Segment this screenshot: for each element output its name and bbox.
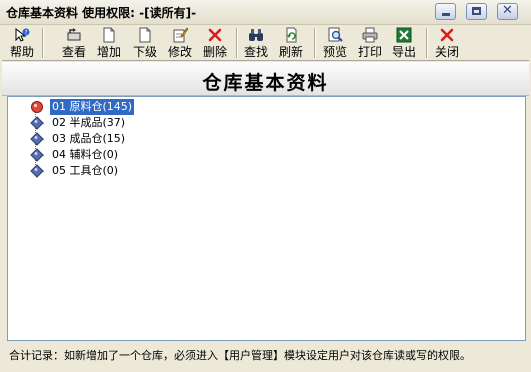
status-bar: 合计记录：如新增加了一个仓库，必须进入【用户管理】模块设定用户对该仓库读或写的权… (7, 344, 526, 366)
node-icon (30, 148, 44, 162)
tree-item-label: 05 工具仓(0) (52, 164, 119, 177)
help-icon: ? (15, 27, 30, 42)
add-label: 增加 (96, 45, 121, 59)
tree-item-warehouse-02[interactable]: 02 半成品(37) (26, 115, 186, 131)
toolbar-separator (426, 28, 428, 58)
warehouse-tree[interactable]: 01 原料仓(145) 02 半成品(37) 03 成品仓(15) 04 辅料仓… (7, 96, 526, 341)
printer-icon (362, 27, 378, 43)
preview-label: 预览 (322, 45, 347, 59)
close-icon (440, 28, 454, 42)
tree-item-warehouse-04[interactable]: 04 辅料仓(0) (26, 147, 186, 163)
excel-export-icon (396, 27, 412, 43)
view-label: 查看 (61, 45, 86, 59)
help-label: 帮助 (9, 45, 34, 59)
tree-item-label: 03 成品仓(15) (52, 132, 126, 145)
toolbar-separator (236, 28, 238, 58)
help-button[interactable]: ? 帮助 (5, 26, 39, 59)
tree-item-warehouse-03[interactable]: 03 成品仓(15) (26, 131, 186, 147)
window-title: 仓库基本资料 使用权限: -[读所有]- (6, 6, 197, 20)
export-button[interactable]: 导出 (387, 26, 421, 59)
tree-item-label: 02 半成品(37) (52, 116, 126, 129)
toolbar-separator (42, 28, 44, 58)
window-close-icon: ✕ (502, 3, 513, 18)
view-icon (67, 28, 81, 41)
page-title: 仓库基本资料 (202, 72, 329, 94)
view-button[interactable]: 查看 (57, 26, 91, 59)
edit-button[interactable]: 修改 (163, 26, 197, 59)
binoculars-icon (249, 29, 263, 41)
add-button[interactable]: 增加 (92, 26, 126, 59)
tree-item-label: 01 原料仓(145) (50, 99, 135, 115)
sublevel-button[interactable]: 下级 (128, 26, 162, 59)
delete-button[interactable]: 删除 (198, 26, 232, 59)
refresh-label: 刷新 (278, 45, 303, 59)
find-button[interactable]: 查找 (239, 26, 273, 59)
svg-text:?: ? (24, 30, 27, 37)
print-label: 打印 (357, 45, 382, 59)
tree-item-warehouse-05[interactable]: 05 工具仓(0) (26, 163, 186, 179)
node-selected-icon (31, 101, 43, 113)
window-close-button[interactable]: ✕ (497, 3, 518, 20)
title-bar[interactable]: 仓库基本资料 使用权限: -[读所有]- ✕ (0, 0, 531, 25)
export-label: 导出 (391, 45, 416, 59)
toolbar: ? 帮助 查看 增加 下级 修改 删除 查找 刷新 预览 打印 导出 关闭 (2, 25, 529, 61)
sublevel-icon (139, 27, 151, 43)
delete-icon (208, 28, 222, 42)
tree-item-label: 04 辅料仓(0) (52, 148, 119, 161)
edit-icon (173, 27, 188, 43)
app-window: 仓库基本资料 使用权限: -[读所有]- ✕ ? 帮助 查看 增加 下级 修改 … (0, 0, 531, 372)
print-button[interactable]: 打印 (353, 26, 387, 59)
close-button[interactable]: 关闭 (430, 26, 464, 59)
maximize-icon (472, 7, 481, 15)
minimize-icon (442, 13, 450, 16)
refresh-button[interactable]: 刷新 (274, 26, 308, 59)
edit-label: 修改 (167, 45, 192, 59)
add-icon (103, 27, 115, 43)
preview-icon (328, 27, 343, 42)
refresh-icon (286, 27, 297, 43)
tree-item-warehouse-01[interactable]: 01 原料仓(145) (26, 99, 186, 115)
status-text: 合计记录：如新增加了一个仓库，必须进入【用户管理】模块设定用户对该仓库读或写的权… (9, 349, 471, 362)
maximize-button[interactable] (466, 3, 487, 20)
node-icon (30, 116, 44, 130)
sublevel-label: 下级 (132, 45, 157, 59)
minimize-button[interactable] (435, 3, 456, 20)
close-label: 关闭 (434, 45, 459, 59)
node-icon (30, 164, 44, 178)
preview-button[interactable]: 预览 (318, 26, 352, 59)
find-label: 查找 (243, 45, 268, 59)
node-icon (30, 132, 44, 146)
toolbar-separator (314, 28, 316, 58)
delete-label: 删除 (202, 45, 227, 59)
header-band: 仓库基本资料 (2, 62, 529, 96)
